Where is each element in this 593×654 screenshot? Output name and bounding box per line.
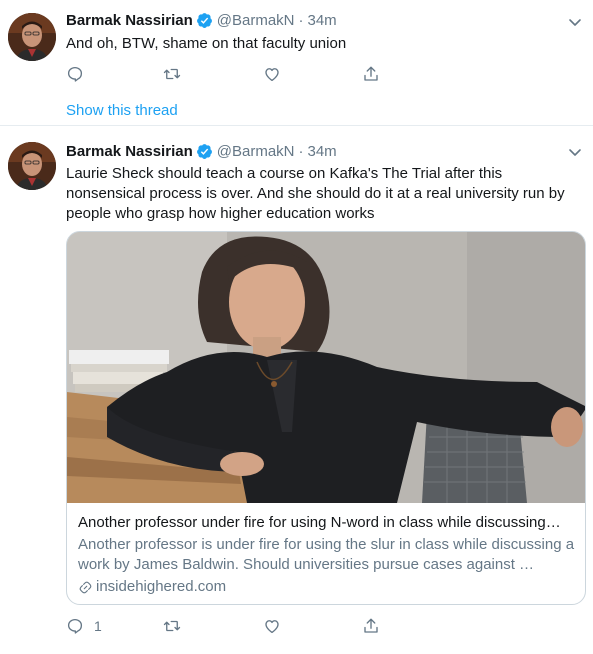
tweet-header: Barmak Nassirian @BarmakN · 34m [66, 140, 337, 162]
author-name[interactable]: Barmak Nassirian [66, 12, 193, 29]
chevron-down-icon[interactable] [567, 14, 583, 30]
author-handle[interactable]: @BarmakN [217, 12, 295, 29]
timestamp[interactable]: 34m [308, 12, 337, 29]
retweet-icon [163, 68, 181, 80]
card-title[interactable]: Another professor under fire for using N… [78, 513, 578, 533]
share-button[interactable] [362, 62, 380, 86]
reply-button[interactable] [66, 62, 94, 86]
reply-icon [67, 618, 83, 634]
reply-button[interactable]: 1 [66, 614, 102, 638]
tweet-actions [66, 62, 386, 86]
card-body: Another professor under fire for using N… [78, 513, 578, 597]
card-description: Another professor is under fire for usin… [78, 536, 575, 573]
like-button[interactable] [263, 62, 281, 86]
tweet-text: Laurie Sheck should teach a course on Ka… [66, 165, 565, 222]
avatar[interactable] [8, 13, 56, 61]
separator-dot: · [298, 11, 304, 29]
author-handle[interactable]: @BarmakN [217, 143, 295, 160]
author-name[interactable]: Barmak Nassirian [66, 143, 193, 160]
verified-badge-icon [196, 143, 213, 160]
share-icon [364, 618, 378, 633]
separator-dot: · [298, 142, 304, 160]
tweet[interactable]: Barmak Nassirian @BarmakN · 34m Laurie S… [0, 126, 593, 654]
share-button[interactable] [362, 614, 380, 638]
retweet-button[interactable] [163, 62, 181, 86]
card-domain-text: insidehighered.com [96, 578, 227, 595]
heart-icon [265, 620, 279, 634]
link-icon [79, 581, 92, 593]
reply-icon [67, 66, 83, 82]
tweet-text: And oh, BTW, shame on that faculty union [66, 35, 347, 52]
tweet-actions: 1 [66, 614, 386, 638]
reply-count: 1 [94, 618, 102, 634]
share-icon [364, 66, 378, 81]
avatar-image [8, 13, 56, 61]
card-domain: insidehighered.com [78, 577, 578, 597]
tweet[interactable]: Barmak Nassirian @BarmakN · 34m And oh, … [0, 0, 593, 126]
timestamp[interactable]: 34m [308, 143, 337, 160]
verified-badge-icon [196, 12, 213, 29]
chevron-down-icon[interactable] [567, 144, 583, 160]
like-button[interactable] [263, 614, 281, 638]
avatar-image [8, 142, 56, 190]
avatar[interactable] [8, 142, 56, 190]
heart-icon [265, 68, 279, 82]
retweet-icon [163, 620, 181, 632]
show-thread-link[interactable]: Show this thread [66, 102, 178, 119]
retweet-button[interactable] [163, 614, 181, 638]
tweet-header: Barmak Nassirian @BarmakN · 34m [66, 9, 337, 31]
link-card[interactable]: Another professor under fire for using N… [66, 231, 586, 605]
card-image [67, 232, 585, 503]
